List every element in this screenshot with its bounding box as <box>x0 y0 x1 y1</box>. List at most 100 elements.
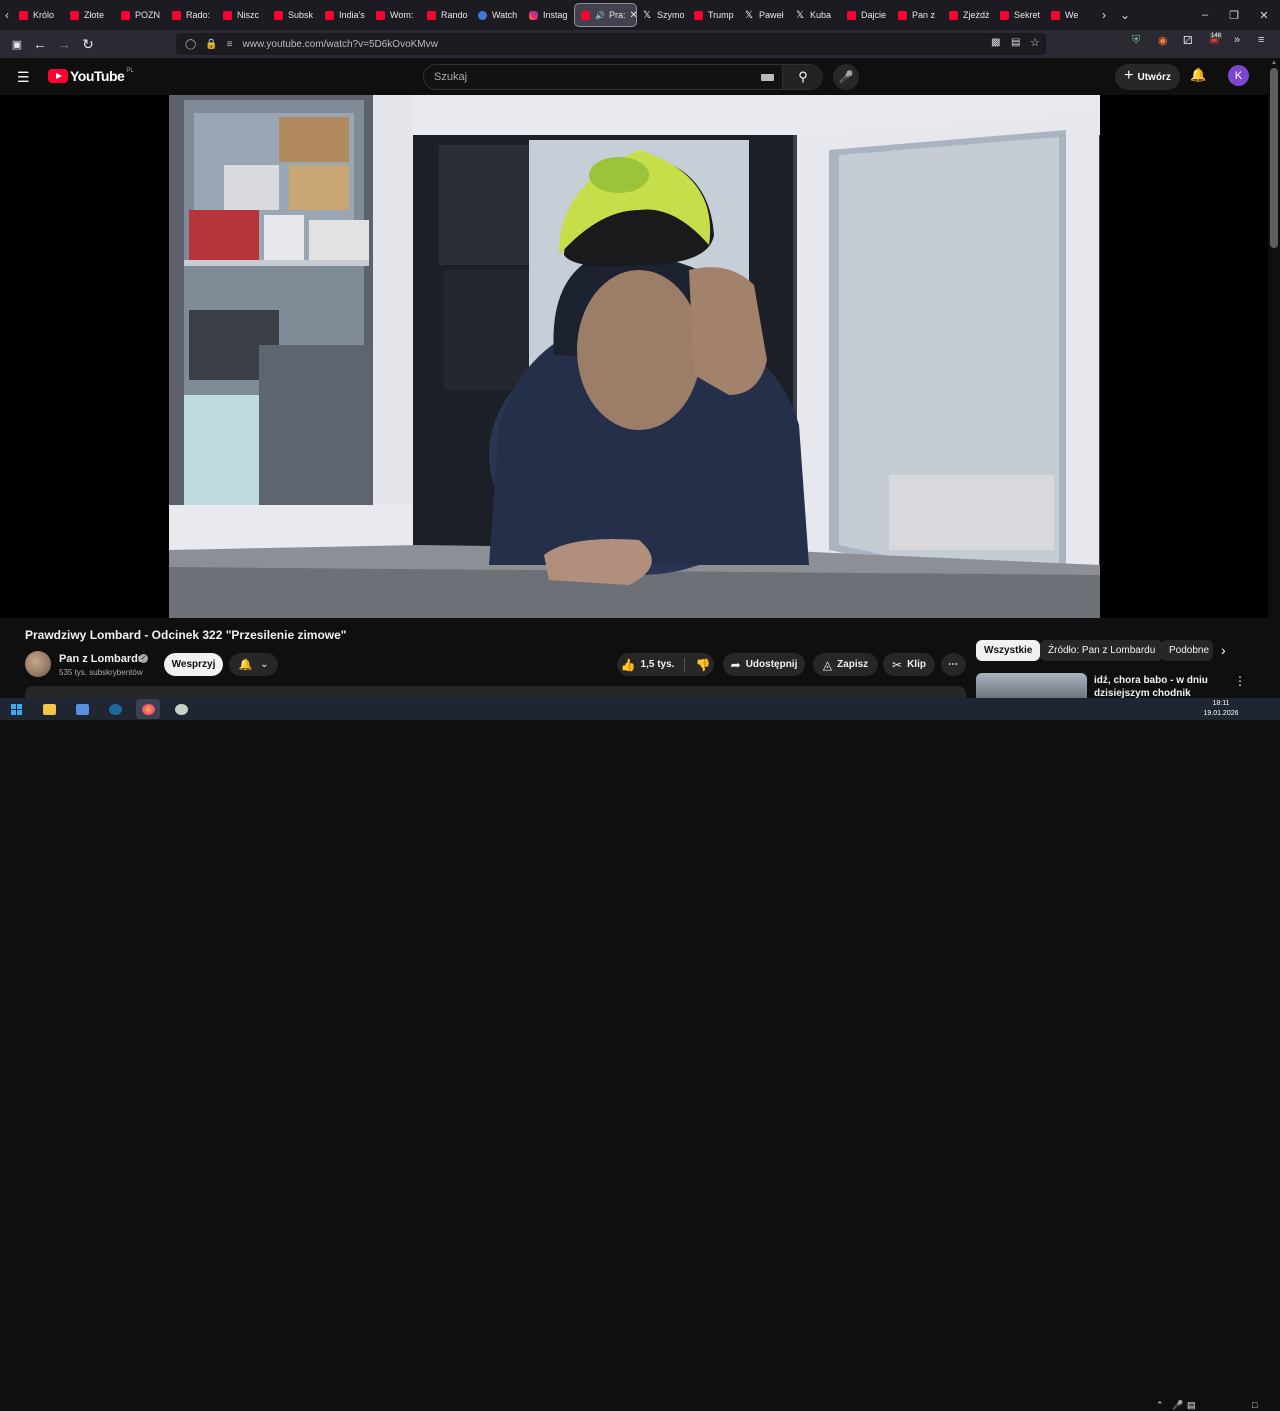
video-player[interactable] <box>0 95 1268 618</box>
notifications-bell-icon[interactable]: 🔔 <box>1190 67 1206 83</box>
browser-tab[interactable]: Rando <box>421 3 472 27</box>
scroll-up-icon[interactable]: ▲ <box>1271 60 1277 66</box>
more-actions-icon[interactable]: ⋯ <box>941 653 966 676</box>
support-button[interactable]: Wesprzyj <box>164 653 223 676</box>
description-box[interactable] <box>25 686 966 698</box>
tab-label: Dajcie <box>861 10 887 20</box>
reload-button[interactable]: ↻ <box>78 34 98 54</box>
browser-tab[interactable]: 𝕏 Kuba <box>790 3 841 27</box>
browser-tab[interactable]: POZN <box>115 3 166 27</box>
channel-avatar[interactable] <box>25 651 51 677</box>
search-box[interactable]: Szukaj ⚲ <box>423 64 823 90</box>
audio-playing-icon[interactable]: 🔊 <box>595 11 605 20</box>
overflow-menu-icon[interactable]: » <box>1234 34 1240 46</box>
network-tray-icon[interactable]: ▤ <box>1187 1400 1196 1411</box>
video-frame[interactable] <box>169 95 1100 618</box>
dislike-icon[interactable]: 👎 <box>695 658 710 672</box>
like-icon[interactable]: 👍 <box>621 658 636 672</box>
youtube-logo[interactable]: YouTube PL <box>48 68 134 84</box>
extension-fox-icon[interactable]: ◉ <box>1158 34 1168 47</box>
browser-tab[interactable]: Rado: <box>166 3 217 27</box>
youtube-icon <box>694 10 703 20</box>
forward-button[interactable]: → <box>54 34 74 54</box>
list-all-tabs-icon[interactable]: ⌄ <box>1120 8 1130 22</box>
keyboard-icon[interactable] <box>761 74 774 81</box>
search-button[interactable]: ⚲ <box>782 65 823 89</box>
browser-tab[interactable]: Pan z <box>892 3 943 27</box>
browser-tab[interactable]: Instag <box>523 3 574 27</box>
lock-icon[interactable]: 🔒 <box>205 39 217 50</box>
voice-search-button[interactable]: 🎤 <box>833 64 859 90</box>
chip-related[interactable]: Podobne <box>1161 640 1213 661</box>
picture-in-picture-icon[interactable]: ▩ <box>991 37 1000 48</box>
browser-tab[interactable]: Subsk <box>268 3 319 27</box>
save-button[interactable]: ◬ Zapisz <box>813 653 878 676</box>
browser-tab[interactable]: 𝕏 Paweł <box>739 3 790 27</box>
sidebar-toggle-icon[interactable]: ▣ <box>7 34 27 54</box>
chip-all[interactable]: Wszystkie <box>976 640 1041 661</box>
firefox-icon[interactable] <box>136 699 160 719</box>
close-window-icon[interactable]: ✕ <box>1248 0 1280 30</box>
reader-view-icon[interactable]: ▤ <box>1011 37 1020 48</box>
tab-label: Instag <box>543 10 568 20</box>
permissions-icon[interactable]: ≡ <box>227 39 233 50</box>
browser-tab[interactable]: India's <box>319 3 370 27</box>
guide-menu-icon[interactable]: ☰ <box>17 69 30 86</box>
share-button[interactable]: ➦ Udostępnij <box>723 653 805 676</box>
like-dislike-group: 👍 1,5 tys. 👎 <box>617 653 714 676</box>
bookmark-star-icon[interactable]: ☆ <box>1030 36 1040 49</box>
browser-tab[interactable]: Sekret <box>994 3 1045 27</box>
steam-icon[interactable] <box>103 699 127 719</box>
tab-label: Zjeżdż <box>963 10 990 20</box>
address-bar[interactable]: ◯ 🔒 ≡ www.youtube.com/watch?v=5D6kOvoKMv… <box>176 33 1046 55</box>
taskbar-clock[interactable]: 18:11 19.01.2026 <box>1200 699 1242 719</box>
browser-tab[interactable]: Watch <box>472 3 523 27</box>
browser-tab[interactable]: Trump <box>688 3 739 27</box>
browser-tab[interactable]: Złote <box>64 3 115 27</box>
chip-source[interactable]: Źródło: Pan z Lombardu <box>1040 640 1164 661</box>
restore-window-icon[interactable]: ❐ <box>1218 0 1250 30</box>
create-button[interactable]: + Utwórz <box>1115 64 1180 90</box>
chips-next-icon[interactable]: › <box>1221 642 1226 658</box>
tray-expand-icon[interactable]: ⌃ <box>1156 1400 1164 1411</box>
network-app-icon[interactable] <box>169 699 193 719</box>
account-avatar[interactable]: K <box>1228 65 1249 86</box>
browser-tab[interactable]: We <box>1045 3 1096 27</box>
tab-scroll-right-icon[interactable]: › <box>1102 8 1106 22</box>
extension-shield-icon[interactable]: ⛨ <box>1132 34 1140 47</box>
tab-label: We <box>1065 10 1079 20</box>
app-menu-icon[interactable]: ≡ <box>1258 34 1264 46</box>
browser-tab[interactable]: Wom: <box>370 3 421 27</box>
browser-tab[interactable]: Królo <box>13 3 64 27</box>
start-menu-icon[interactable] <box>4 699 28 719</box>
subscription-notifications-button[interactable]: 🔔 ⌄ <box>229 653 278 676</box>
scrollbar-thumb[interactable] <box>1270 68 1278 248</box>
minimize-window-icon[interactable]: – <box>1189 0 1221 30</box>
notifications-tray-icon[interactable]: □ <box>1252 1400 1257 1410</box>
page-scrollbar[interactable]: ▲ <box>1268 58 1280 698</box>
browser-tab[interactable]: Niszc <box>217 3 268 27</box>
url-text[interactable]: www.youtube.com/watch?v=5D6kOvoKMvw <box>243 39 438 50</box>
recommended-video-thumbnail[interactable] <box>976 673 1087 698</box>
browser-tab[interactable]: Zjeżdż <box>943 3 994 27</box>
tab-scroll-left-icon[interactable]: ‹ <box>5 8 9 22</box>
search-input[interactable]: Szukaj <box>434 71 467 83</box>
tab-label: Szymo <box>657 10 685 20</box>
channel-name[interactable]: Pan z Lombardu <box>59 653 145 665</box>
browser-tab-active[interactable]: 🔊Pra:✕ <box>574 3 637 27</box>
clip-button[interactable]: ✂ Klip <box>883 653 935 676</box>
back-button[interactable]: ← <box>30 34 50 54</box>
chevron-down-icon: ⌄ <box>260 659 269 670</box>
close-tab-icon[interactable]: ✕ <box>629 10 636 21</box>
recommended-more-icon[interactable]: ⋮ <box>1234 674 1246 688</box>
shield-icon[interactable]: ◯ <box>185 39 196 50</box>
tab-label: Złote <box>84 10 105 20</box>
file-explorer-icon[interactable] <box>37 699 61 719</box>
microphone-tray-icon[interactable]: 🎤 <box>1172 1400 1183 1411</box>
like-count[interactable]: 1,5 tys. <box>641 659 675 670</box>
this-pc-icon[interactable] <box>70 699 94 719</box>
browser-tab[interactable]: Dajcie <box>841 3 892 27</box>
browser-tab[interactable]: 𝕏 Szymo <box>637 3 688 27</box>
extensions-puzzle-icon[interactable]: ⚂ <box>1183 34 1193 47</box>
recommended-video-title[interactable]: idź, chora babo - w dniu dzisiejszym cho… <box>1094 674 1224 698</box>
